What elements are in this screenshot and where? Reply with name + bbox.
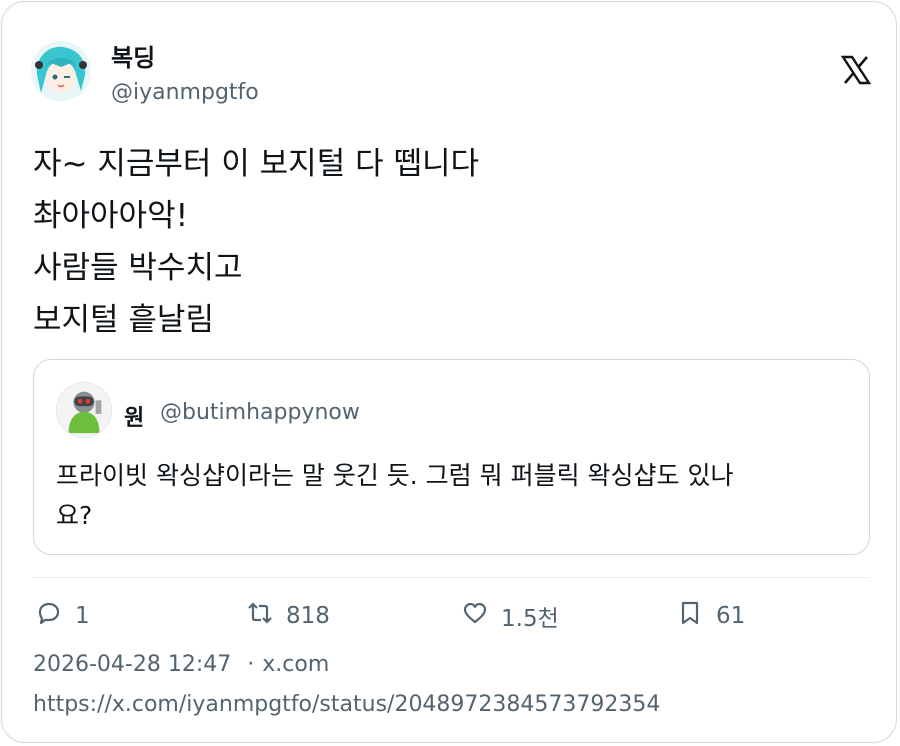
quoted-author-avatar[interactable]: [56, 382, 112, 438]
author-avatar[interactable]: [31, 41, 91, 101]
bookmark-icon: [676, 599, 704, 633]
tweet-line: 촤아아아악!: [33, 198, 189, 234]
like-count: 1.5천: [501, 606, 559, 632]
divider: [32, 577, 870, 578]
tweet-source[interactable]: x.com: [262, 652, 329, 677]
tweet-card: 복딩 @iyanmpgtfo 자~ 지금부터 이 보지털 다 뗍니다 촤아아아악…: [1, 1, 897, 743]
tweet-datetime[interactable]: 2026-04-28 12:47: [33, 652, 231, 677]
retweet-button[interactable]: 818: [246, 598, 330, 634]
quoted-author-handle[interactable]: @butimhappynow: [160, 400, 360, 425]
quoted-avatar-image: [57, 383, 111, 437]
tweet-line: 자~ 지금부터 이 보지털 다 뗍니다: [33, 146, 480, 182]
like-button[interactable]: 1.5천: [461, 598, 559, 634]
author-handle[interactable]: @iyanmpgtfo: [111, 80, 259, 105]
author-display-name[interactable]: 복딩: [111, 38, 155, 73]
x-logo-icon[interactable]: [840, 54, 872, 86]
quoted-text-line: 프라이빗 왁싱샵이라는 말 웃긴 듯. 그럼 뭐 퍼블릭 왁싱샵도 있나: [56, 461, 734, 490]
status-url[interactable]: https://x.com/iyanmpgtfo/status/20489723…: [33, 692, 660, 717]
bookmark-button[interactable]: 61: [676, 598, 745, 634]
quoted-tweet-text: 프라이빗 왁싱샵이라는 말 웃긴 듯. 그럼 뭐 퍼블릭 왁싱샵도 있나 요?: [56, 456, 856, 536]
quoted-tweet[interactable]: 원 @butimhappynow 프라이빗 왁싱샵이라는 말 웃긴 듯. 그럼 …: [33, 359, 870, 555]
retweet-icon: [246, 599, 274, 633]
avatar-image: [31, 41, 91, 101]
bookmark-count: 61: [716, 603, 746, 629]
reply-icon: [35, 599, 63, 633]
tweet-text: 자~ 지금부터 이 보지털 다 뗍니다 촤아아아악! 사람들 박수치고 보지털 …: [33, 138, 863, 346]
quoted-author-name[interactable]: 원: [124, 400, 144, 432]
reply-button[interactable]: 1: [35, 598, 90, 634]
reply-count: 1: [75, 603, 90, 629]
tweet-meta: 2026-04-28 12:47 · x.com: [33, 652, 329, 677]
heart-icon: [461, 599, 489, 633]
retweet-count: 818: [286, 603, 330, 629]
tweet-line: 보지털 흩날림: [33, 302, 214, 338]
tweet-line: 사람들 박수치고: [33, 250, 243, 286]
quoted-text-line: 요?: [56, 501, 93, 530]
meta-separator: ·: [247, 652, 255, 677]
